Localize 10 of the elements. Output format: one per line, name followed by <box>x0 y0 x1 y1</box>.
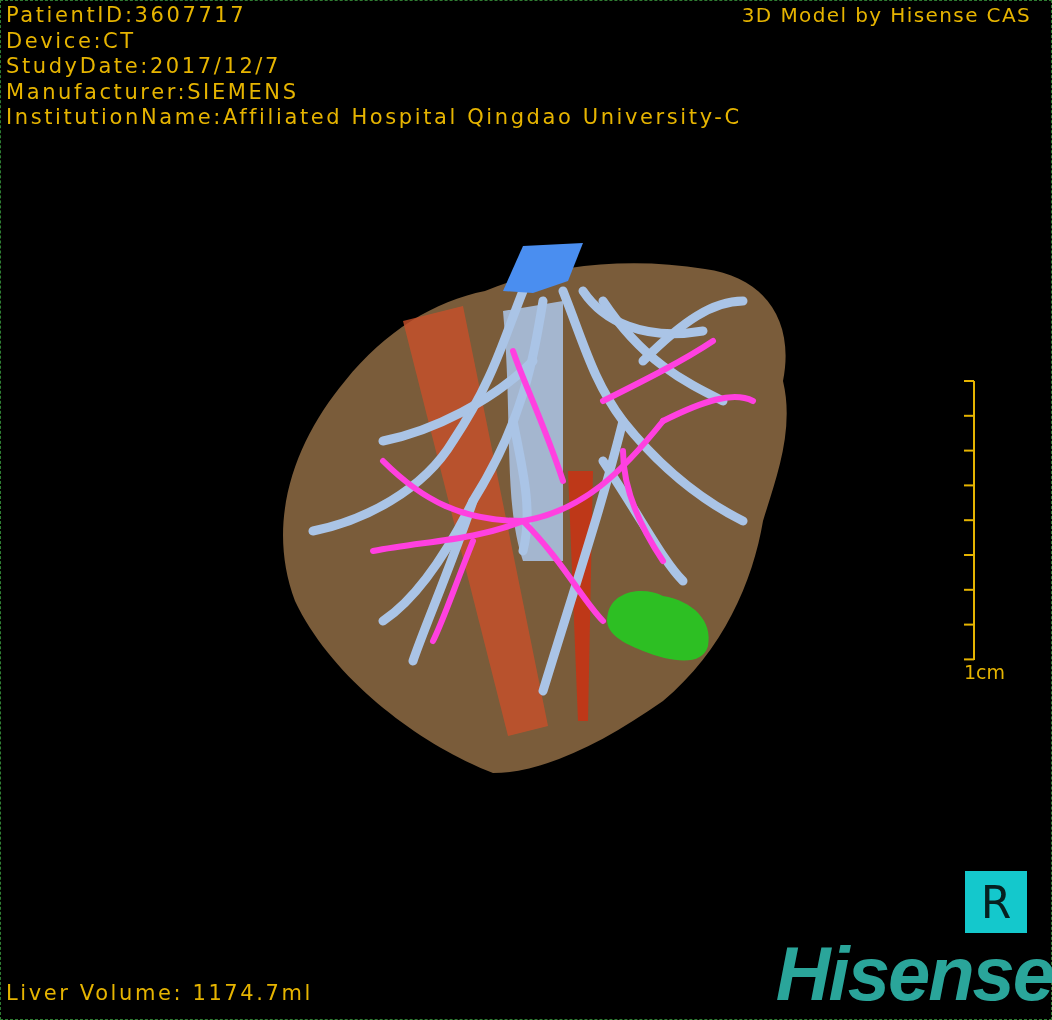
info-text: PatientID:3607717 <box>6 3 248 29</box>
liver-volume-text: Liver Volume: 1174.7ml <box>6 981 314 1005</box>
model-credit: 3D Model by Hisense CAS <box>741 3 1033 29</box>
brand-logo: Hisense <box>775 933 1052 1015</box>
orientation-marker: R <box>965 871 1028 933</box>
info-text: StudyDate:2017/12/7 <box>6 54 282 80</box>
info-text: Manufacturer:SIEMENS <box>6 79 300 105</box>
info-text: InstitutionName:Affiliated Hospital Qingdao University-C <box>6 105 742 131</box>
scale-label: 1cm <box>963 660 1005 683</box>
info-text: Device:CT <box>6 28 137 54</box>
